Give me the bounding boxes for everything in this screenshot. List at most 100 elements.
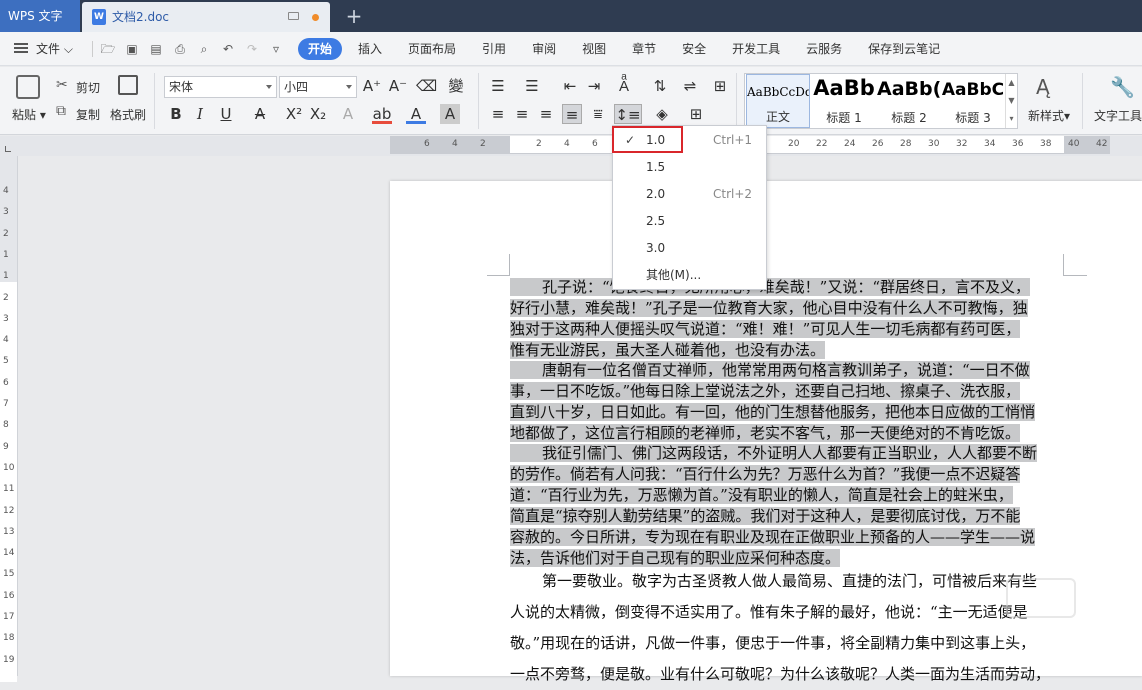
- format-painter-button[interactable]: 格式刷: [110, 106, 146, 123]
- document-tab[interactable]: W 文档2.doc: [82, 2, 330, 32]
- hamburger-menu-icon[interactable]: [14, 43, 28, 53]
- chevron-down-icon: [266, 85, 272, 89]
- font-name-select[interactable]: 宋体: [164, 76, 277, 98]
- style-heading-3[interactable]: AaBbC 标题 3: [941, 74, 1005, 128]
- tab-developer[interactable]: 开发工具: [722, 38, 790, 60]
- bold-icon[interactable]: B: [166, 104, 186, 124]
- text-effects-icon[interactable]: A: [338, 104, 358, 124]
- undo-icon[interactable]: ↶: [219, 41, 237, 57]
- watermark-logo: [1006, 578, 1076, 618]
- font-size-select[interactable]: 小四: [279, 76, 357, 98]
- style-preview: AaBbC: [941, 80, 1005, 100]
- ruler-tick: 7: [3, 399, 9, 409]
- new-tab-button[interactable]: +: [342, 3, 366, 29]
- customize-dropdown-icon[interactable]: ▿: [267, 41, 285, 57]
- tab-view[interactable]: 视图: [572, 38, 616, 60]
- tab-security[interactable]: 安全: [672, 38, 716, 60]
- sort-icon[interactable]: ⇅: [650, 76, 670, 96]
- italic-icon[interactable]: I: [190, 104, 210, 124]
- tab-cloud-service[interactable]: 云服务: [796, 38, 852, 60]
- text-tools-button[interactable]: 文字工具: [1094, 107, 1142, 124]
- superscript-icon[interactable]: X²: [284, 104, 304, 124]
- file-menu[interactable]: 文件 ⌵: [36, 32, 73, 66]
- vertical-ruler[interactable]: 4 3 2 1 1 2 3 4 5 6 7 8 9 10 11 12 13 14 15 16 17 18 19: [0, 156, 18, 682]
- line-spacing-icon[interactable]: ↕≡: [614, 104, 642, 124]
- print-icon[interactable]: ⎙: [171, 41, 189, 57]
- ruler-tick: 4: [3, 335, 9, 346]
- export-pdf-icon[interactable]: ▤: [147, 41, 165, 57]
- line-spacing-option-1-5[interactable]: 1.5: [613, 154, 766, 181]
- tab-chapter[interactable]: 章节: [622, 38, 666, 60]
- ruler-tick: 6: [424, 139, 430, 149]
- text-line: 惟有无业游民，虽大圣人碰着他，也没有办法。: [510, 341, 826, 359]
- new-style-icon: Ą: [1036, 75, 1050, 99]
- char-shading-icon[interactable]: A: [440, 104, 460, 124]
- justify-icon[interactable]: ≡: [562, 104, 582, 124]
- redo-icon[interactable]: ↷: [243, 41, 261, 57]
- distributed-icon[interactable]: ⩸: [588, 104, 608, 124]
- numbered-list-icon[interactable]: ☰: [522, 76, 542, 96]
- align-center-icon[interactable]: ≡: [512, 104, 532, 124]
- save-icon[interactable]: ▣: [123, 41, 141, 57]
- paragraph-1[interactable]: 孔子说：“饱食终日，无所用心，难矣哉！”又说：“群居终日，言不及义， 好行小慧，…: [510, 277, 1063, 361]
- copy-button[interactable]: 复制: [76, 106, 100, 123]
- show-marks-icon[interactable]: ⇌: [680, 76, 700, 96]
- tab-home[interactable]: 开始: [298, 38, 343, 60]
- tab-save-to-cloud-notes[interactable]: 保存到云笔记: [858, 38, 950, 60]
- align-right-icon[interactable]: ≡: [536, 104, 556, 124]
- underline-icon[interactable]: U: [216, 104, 236, 124]
- option-label: 其他(M)...: [646, 268, 702, 282]
- tab-references[interactable]: 引用: [472, 38, 516, 60]
- align-left-icon[interactable]: ≡: [488, 104, 508, 124]
- paragraph-4[interactable]: 第一要敬业。敬字为古圣贤教人做人最简易、直捷的法门，可惜被后来有些 人说的太精微…: [510, 566, 1063, 690]
- highlight-icon[interactable]: ab: [372, 104, 392, 124]
- increase-indent-icon[interactable]: ⇥: [584, 76, 604, 96]
- style-heading-2[interactable]: AaBb( 标题 2: [877, 74, 941, 128]
- ribbon-tabs: 开始 插入 页面布局 引用 审阅 视图 章节 安全 开发工具 云服务 保存到云笔…: [298, 38, 956, 60]
- tab-page-layout[interactable]: 页面布局: [398, 38, 466, 60]
- cut-button[interactable]: 剪切: [76, 79, 100, 96]
- print-preview-icon[interactable]: ⌕: [195, 41, 213, 57]
- style-gallery-scroll[interactable]: ▲ ▼ ▾: [1005, 74, 1017, 128]
- open-folder-icon[interactable]: 🗁: [99, 41, 117, 57]
- ruler-tick: 3: [3, 207, 9, 218]
- text-line: 道：“百行业为先，万恶懒为首。”没有职业的懒人，简直是社会上的蛀米虫，: [510, 486, 1013, 504]
- subscript-icon[interactable]: X₂: [308, 104, 328, 124]
- text-line: 法，告诉他们对于自己现有的职业应采何种态度。: [510, 549, 841, 567]
- line-spacing-option-other[interactable]: 其他(M)...: [613, 262, 766, 289]
- paste-icon[interactable]: [16, 75, 40, 99]
- ruler-tick: 6: [592, 139, 598, 149]
- shrink-font-icon[interactable]: A⁻: [388, 76, 408, 96]
- style-label: 正文: [765, 110, 790, 124]
- monitor-icon[interactable]: [288, 12, 299, 20]
- new-style-button[interactable]: 新样式▾: [1028, 107, 1070, 124]
- clear-format-icon[interactable]: ⌫: [416, 76, 437, 96]
- paragraph-3[interactable]: 我征引儒门、佛门这两段话，不外证明人人都要有正当职业，人人都要不断 的劳作。倘若…: [510, 443, 1063, 569]
- line-spacing-option-2-5[interactable]: 2.5: [613, 208, 766, 235]
- table-icon[interactable]: ⊞: [710, 76, 730, 96]
- strikethrough-icon[interactable]: A: [250, 104, 270, 124]
- crop-mark: [1063, 254, 1087, 276]
- app-tab[interactable]: WPS 文字: [0, 0, 80, 32]
- grow-font-icon[interactable]: A⁺: [362, 76, 382, 96]
- tab-insert[interactable]: 插入: [348, 38, 392, 60]
- paragraph-2[interactable]: 唐朝有一位名僧百丈禅师，他常常用两句格言教训弟子，说道：“一日不做 事，一日不吃…: [510, 360, 1063, 444]
- shading-icon[interactable]: ◈: [652, 104, 672, 124]
- ruler-tick: 28: [900, 139, 912, 149]
- font-color-icon[interactable]: A: [406, 104, 426, 124]
- text-line: 独对于这两种人便摇头叹气说道：“难！难！”可见人生一切毛病都有药可医，: [510, 320, 1021, 338]
- line-spacing-option-3-0[interactable]: 3.0: [613, 235, 766, 262]
- option-shortcut: Ctrl+2: [713, 187, 753, 201]
- phonetic-guide-icon[interactable]: 變: [446, 76, 466, 96]
- bullet-list-icon[interactable]: ☰: [488, 76, 508, 96]
- tab-review[interactable]: 审阅: [522, 38, 566, 60]
- decrease-indent-icon[interactable]: ⇤: [560, 76, 580, 96]
- text-direction-icon[interactable]: Aͣ: [614, 76, 634, 96]
- line-spacing-option-2-0[interactable]: 2.0 Ctrl+2: [613, 181, 766, 208]
- style-label: 标题 2: [891, 111, 927, 125]
- ruler-tick: 9: [3, 441, 9, 452]
- style-normal[interactable]: AaBbCcDd 正文: [746, 74, 810, 128]
- borders-icon[interactable]: ⊞: [686, 104, 706, 124]
- paste-button[interactable]: 粘贴 ▾: [12, 106, 46, 123]
- style-heading-1[interactable]: AaBb 标题 1: [811, 74, 877, 128]
